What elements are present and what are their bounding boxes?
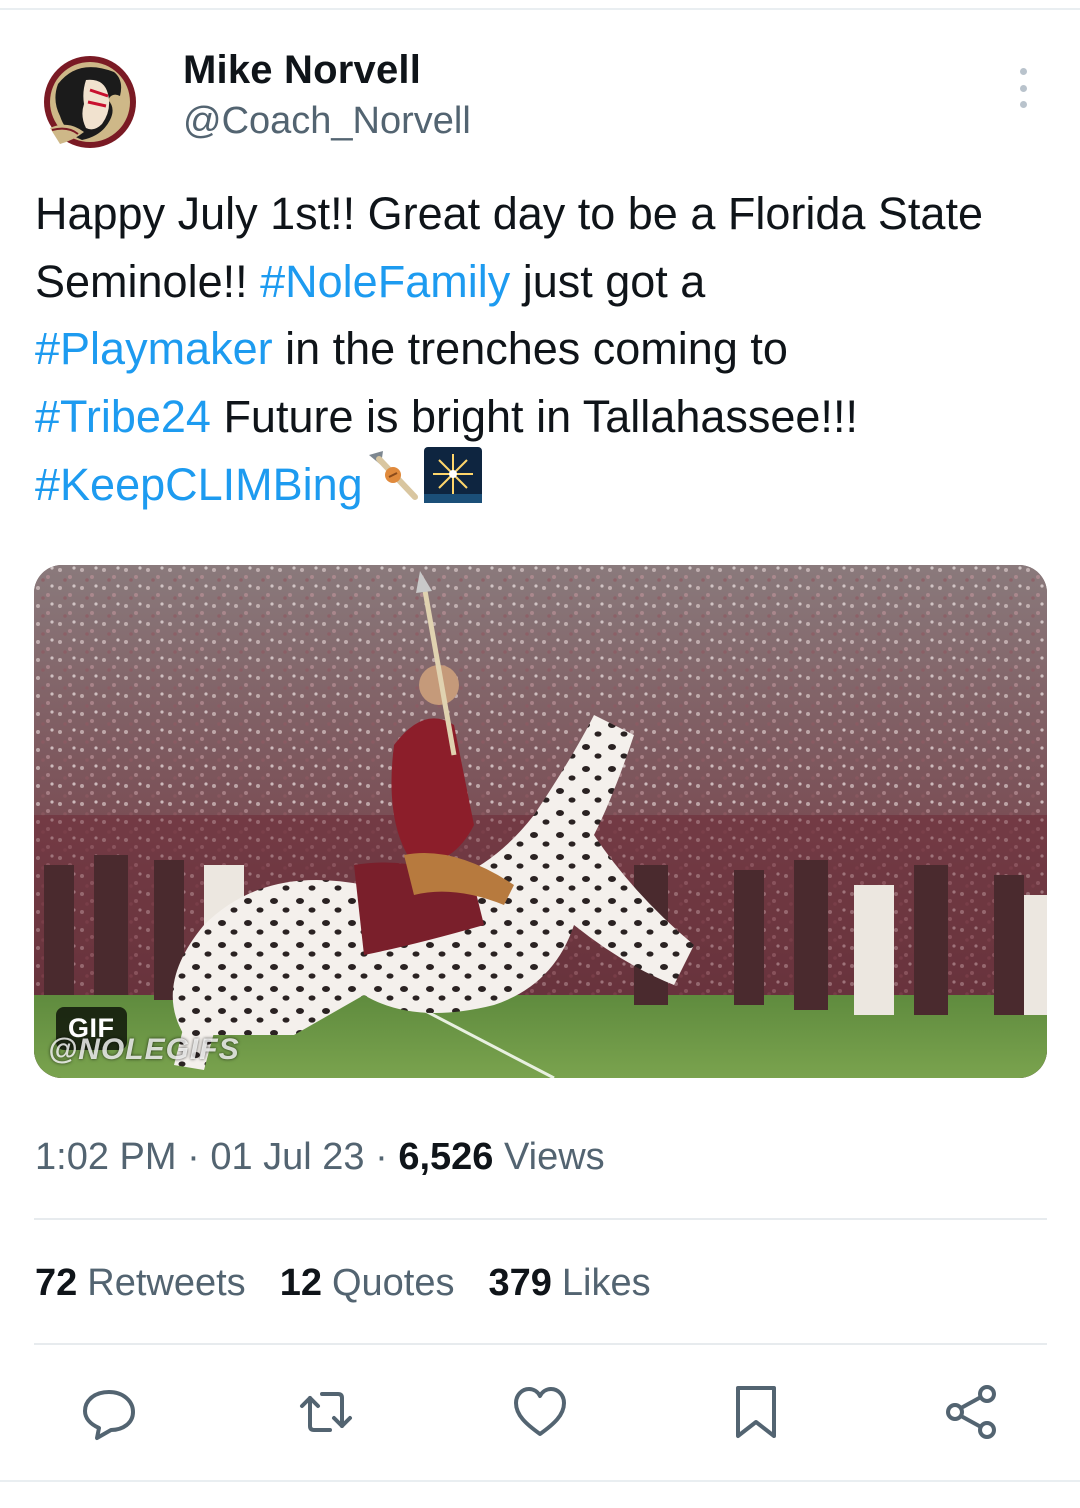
hashtag-nolefamily[interactable]: #NoleFamily <box>260 256 510 307</box>
gif-watermark: @NOLEGIFS <box>48 1033 240 1066</box>
share-icon <box>946 1385 996 1439</box>
retweets-label: Retweets <box>87 1262 246 1304</box>
quotes-label: Quotes <box>331 1262 455 1304</box>
meta-separator: · <box>187 1136 200 1178</box>
reply-button[interactable] <box>79 1382 139 1442</box>
tweet-gif-media[interactable] <box>34 565 1047 1078</box>
author-name[interactable]: Mike Norvell <box>183 48 421 93</box>
more-options-icon[interactable] <box>1010 68 1036 108</box>
fireworks-icon <box>423 446 483 523</box>
author-handle[interactable]: @Coach_Norvell <box>183 100 471 143</box>
quotes-stat[interactable]: 12 Quotes <box>280 1262 455 1305</box>
retweet-button[interactable] <box>296 1382 356 1442</box>
text-segment: Future is bright in Tallahassee!!! <box>210 390 858 442</box>
retweet-icon <box>300 1392 352 1432</box>
gif-image <box>34 565 1047 1078</box>
tweet-time[interactable]: 1:02 PM <box>35 1136 177 1178</box>
reply-icon <box>83 1390 135 1440</box>
stats-divider <box>34 1343 1047 1345</box>
like-icon <box>514 1387 566 1436</box>
text-segment: in the trenches coming to <box>272 323 788 374</box>
retweets-stat[interactable]: 72 Retweets <box>35 1262 246 1305</box>
bookmark-button[interactable] <box>726 1382 786 1442</box>
tweet-date[interactable]: 01 Jul 23 <box>210 1136 364 1178</box>
likes-stat[interactable]: 379 Likes <box>489 1262 651 1305</box>
views-count: 6,526 <box>398 1136 494 1178</box>
tweet-meta: 1:02 PM · 01 Jul 23 · 6,526 Views <box>35 1136 605 1179</box>
bookmark-icon <box>736 1386 776 1438</box>
tweet-text: Happy July 1st!! Great day to be a Flori… <box>35 180 1045 527</box>
spear-icon <box>363 447 423 522</box>
hashtag-tribe24[interactable]: #Tribe24 <box>35 391 211 442</box>
hashtag-keepclimbing[interactable]: #KeepCLIMBing <box>35 459 363 510</box>
quotes-count: 12 <box>279 1262 322 1304</box>
like-button[interactable] <box>510 1382 570 1442</box>
views-label: Views <box>503 1136 605 1178</box>
share-button[interactable] <box>941 1382 1001 1442</box>
top-divider <box>0 8 1080 10</box>
bottom-divider <box>0 1480 1080 1482</box>
likes-count: 379 <box>488 1262 552 1304</box>
meta-divider <box>34 1218 1047 1220</box>
likes-label: Likes <box>561 1262 651 1304</box>
hashtag-playmaker[interactable]: #Playmaker <box>35 323 273 374</box>
retweets-count: 72 <box>35 1262 78 1304</box>
seminole-logo-icon <box>39 51 141 153</box>
author-avatar[interactable] <box>38 50 142 154</box>
text-segment: just got a <box>510 255 706 307</box>
engagement-stats: 72 Retweets 12 Quotes 379 Likes <box>35 1262 651 1305</box>
meta-separator: · <box>375 1136 388 1178</box>
